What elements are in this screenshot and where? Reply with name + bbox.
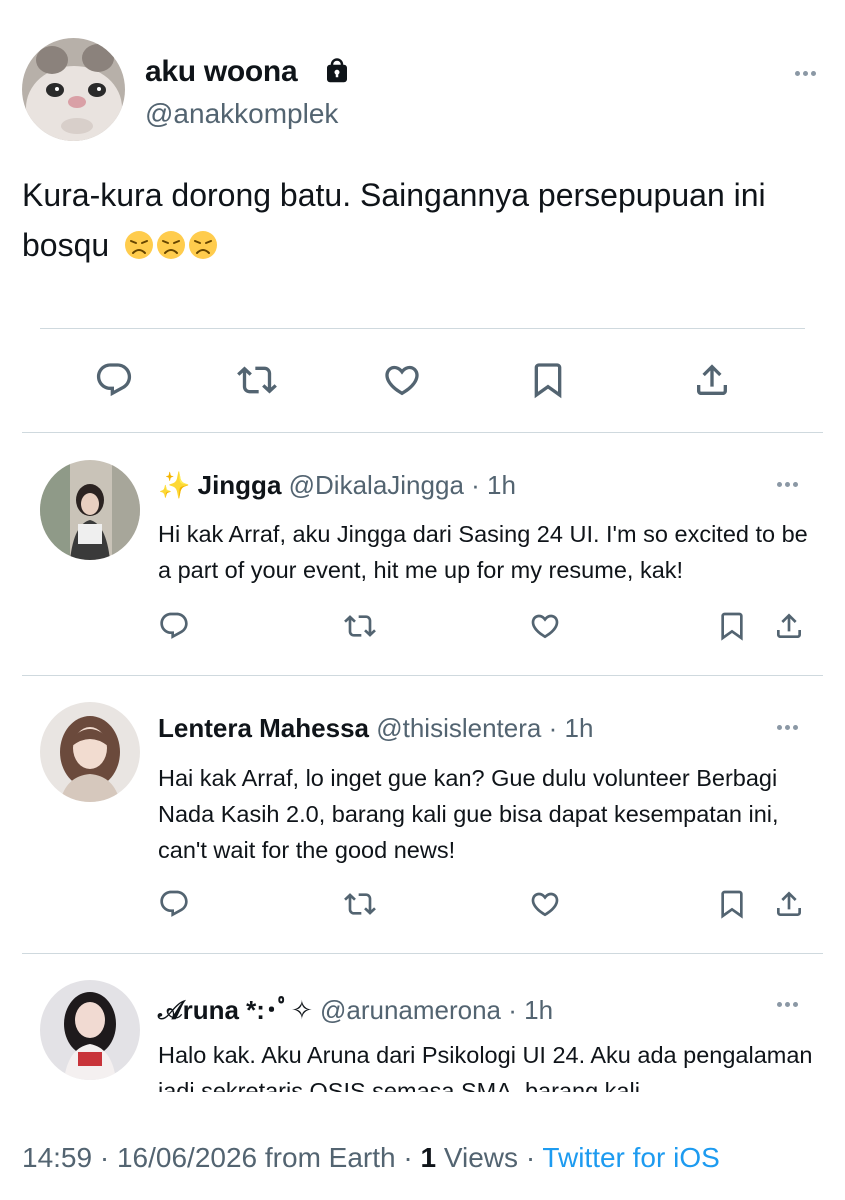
separator-dot: · xyxy=(508,995,517,1025)
bookmark-icon[interactable] xyxy=(716,610,748,642)
disappointed-face-emoji-2 xyxy=(156,224,186,259)
like-icon[interactable] xyxy=(529,888,561,920)
retweet-icon[interactable] xyxy=(344,610,376,642)
reply-handle[interactable]: @arunamerona xyxy=(320,995,501,1025)
display-name[interactable]: aku woona xyxy=(145,55,298,89)
reply-time[interactable]: 1h xyxy=(487,470,516,500)
separator-dot: · xyxy=(471,470,480,500)
tweet-text: Kura-kura dorong batu. Saingannya persep… xyxy=(22,170,812,270)
separator-dot: · xyxy=(525,1142,536,1173)
tweet-date[interactable]: 16/06/2026 xyxy=(117,1142,257,1173)
more-icon[interactable] xyxy=(777,1002,798,1007)
views-label: Views xyxy=(443,1142,519,1173)
reply-display-name[interactable]: Lentera Mahessa xyxy=(158,713,369,743)
reply-display-name[interactable]: Jingga xyxy=(198,470,282,500)
reply-text-clip: Halo kak. Aku Aruna dari Psikologi UI 24… xyxy=(158,1037,818,1092)
reply-time[interactable]: 1h xyxy=(565,713,594,743)
share-icon[interactable] xyxy=(692,360,732,400)
sparkles-emoji: ✨ xyxy=(158,470,191,500)
disappointed-face-emoji-3 xyxy=(188,224,218,259)
handle[interactable]: @anakkomplek xyxy=(145,98,338,130)
cat-avatar-image xyxy=(22,38,125,141)
tweet-footer: 14:59 · 16/06/2026 from Earth · 1 Views … xyxy=(22,1142,720,1174)
reply-text: Hai kak Arraf, lo inget gue kan? Gue dul… xyxy=(158,765,779,863)
tweet-location: from Earth xyxy=(264,1142,396,1173)
share-icon[interactable] xyxy=(773,610,805,642)
aruna-avatar-image xyxy=(40,980,140,1080)
more-icon[interactable] xyxy=(777,725,798,730)
more-icon[interactable] xyxy=(777,482,798,487)
tweet-source-link[interactable]: Twitter for iOS xyxy=(542,1142,719,1173)
lentera-avatar-image xyxy=(40,702,140,802)
like-icon[interactable] xyxy=(529,610,561,642)
divider-actions xyxy=(22,432,823,433)
bookmark-icon[interactable] xyxy=(528,360,568,400)
separator-dot: · xyxy=(548,713,558,743)
tweet-time[interactable]: 14:59 xyxy=(22,1142,92,1173)
divider-reply-1 xyxy=(22,675,823,676)
reply-header: 𝒜runa *:･ﾟ✧ @arunamerona · 1h xyxy=(158,990,553,1027)
reply-text: Halo kak. Aku Aruna dari Psikologi UI 24… xyxy=(158,1042,813,1092)
reply-time[interactable]: 1h xyxy=(524,995,553,1025)
reply-header: Lentera Mahessa @thisislentera · 1h xyxy=(158,713,593,744)
views-count: 1 xyxy=(420,1142,437,1173)
reply-icon[interactable] xyxy=(94,360,134,400)
reply-header: ✨ Jingga @DikalaJingga · 1h xyxy=(158,470,516,501)
avatar-aku-woona[interactable] xyxy=(22,38,125,141)
avatar-aruna[interactable] xyxy=(40,980,140,1080)
separator-dot: · xyxy=(403,1142,413,1173)
reply-handle[interactable]: @DikalaJingga xyxy=(289,470,464,500)
reply-handle[interactable]: @thisislentera xyxy=(376,713,541,743)
avatar-jingga[interactable] xyxy=(40,460,140,560)
separator-dot: · xyxy=(99,1142,110,1173)
retweet-icon[interactable] xyxy=(237,360,277,400)
reply-text: Hi kak Arraf, aku Jingga dari Sasing 24 … xyxy=(158,521,808,583)
reply-icon[interactable] xyxy=(158,610,190,642)
reply-icon[interactable] xyxy=(158,888,190,920)
avatar-lentera[interactable] xyxy=(40,702,140,802)
reply-display-name[interactable]: 𝒜runa *:･ﾟ✧ xyxy=(158,995,313,1025)
divider-reply-2 xyxy=(22,953,823,954)
more-icon[interactable] xyxy=(795,71,816,76)
divider-top xyxy=(40,328,805,329)
like-icon[interactable] xyxy=(382,360,422,400)
retweet-icon[interactable] xyxy=(344,888,376,920)
disappointed-face-emoji-1 xyxy=(124,224,154,259)
share-icon[interactable] xyxy=(773,888,805,920)
lock-icon xyxy=(322,56,352,91)
jingga-avatar-image xyxy=(40,460,140,560)
bookmark-icon[interactable] xyxy=(716,888,748,920)
